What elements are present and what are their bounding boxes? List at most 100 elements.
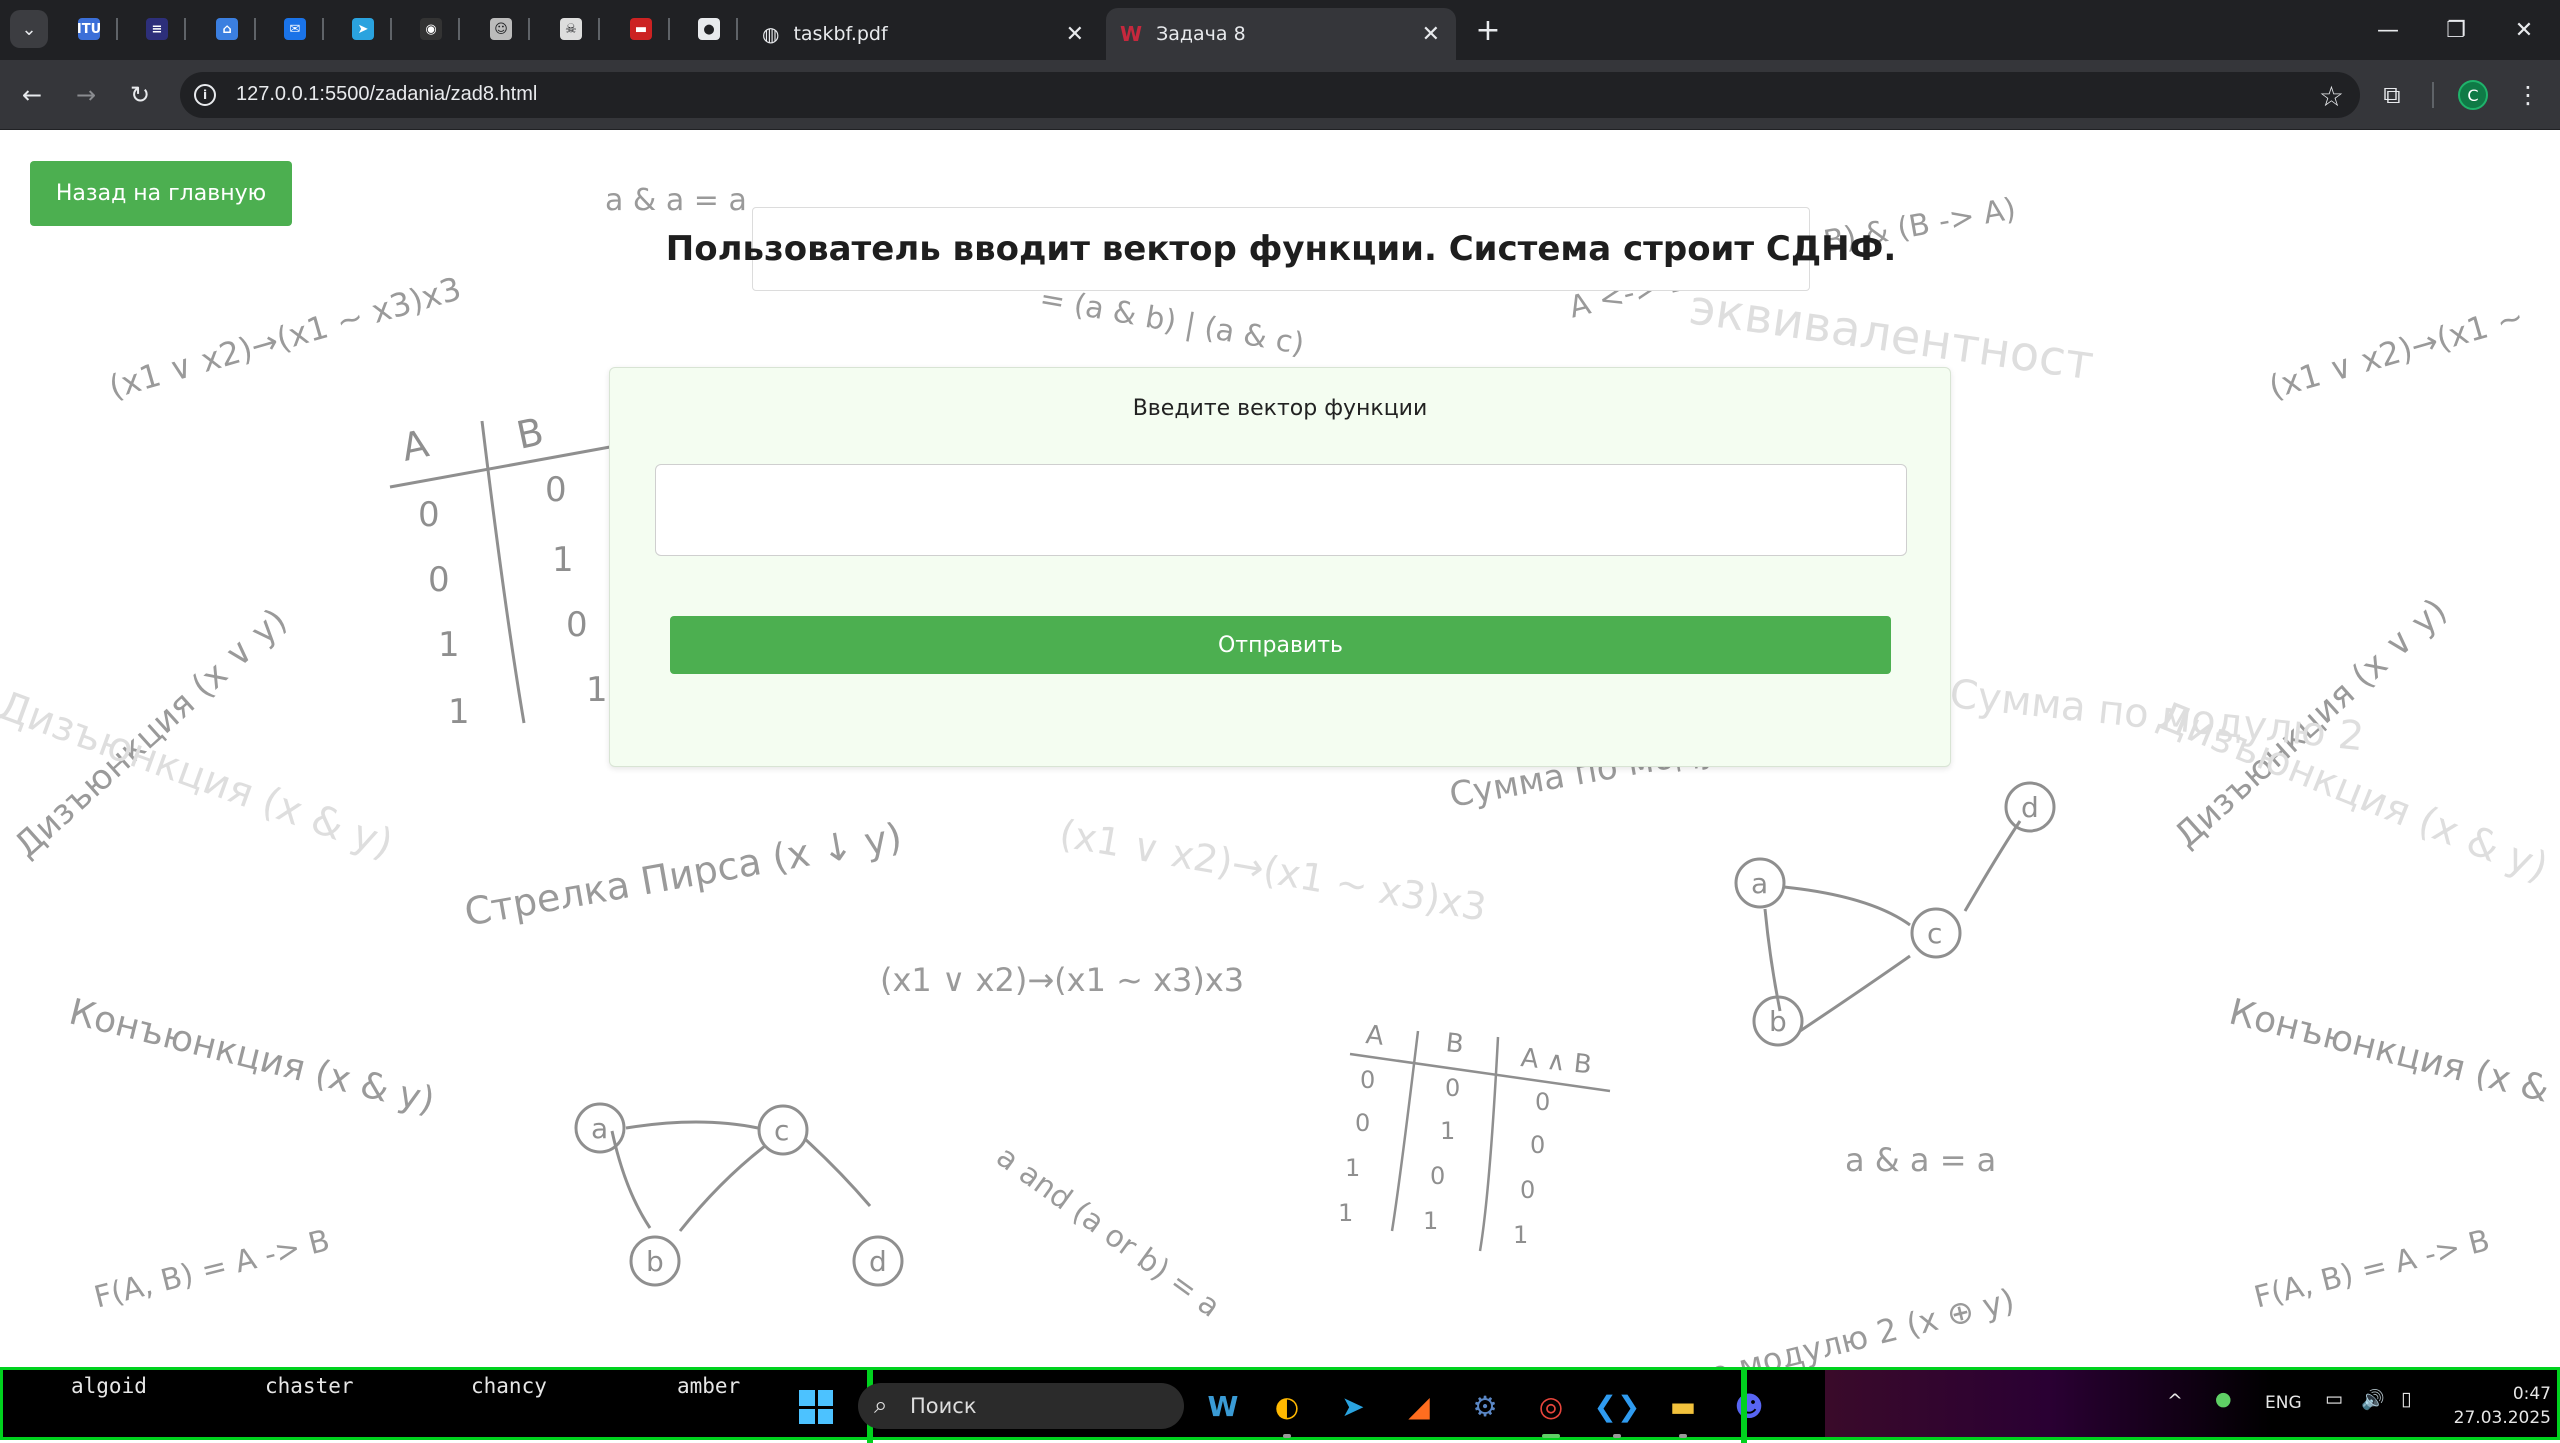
table-cell: 1: [586, 670, 608, 710]
skull-tab-favicon-icon: ☠: [560, 18, 582, 40]
kebab-menu-icon[interactable]: ⋮: [2508, 75, 2548, 115]
microphone-icon[interactable]: ●: [2215, 1388, 2232, 1410]
bookmark-star-icon[interactable]: ☆: [2319, 80, 2344, 113]
avatar-tab-favicon-icon: ☺: [490, 18, 512, 40]
workspace-label[interactable]: algoid: [71, 1374, 147, 1398]
reload-icon[interactable]: ↻: [120, 75, 160, 115]
tab-separator: [458, 18, 460, 40]
red-tab[interactable]: ▬: [624, 12, 658, 46]
search-placeholder: Поиск: [910, 1394, 977, 1418]
tab-search-chevron-icon[interactable]: ⌄: [10, 10, 48, 48]
telegram-tab[interactable]: ➤: [346, 12, 380, 46]
taskbar-divider: [1741, 1370, 1747, 1443]
dark-tab[interactable]: ◉: [414, 12, 448, 46]
page-title: Пользователь вводит вектор функции. Сист…: [666, 207, 1896, 291]
app-telegram-icon[interactable]: ➤: [1331, 1384, 1375, 1428]
table-rule: [1478, 1036, 1500, 1252]
vector-input[interactable]: [655, 464, 1907, 556]
tab-title: Задача 8: [1156, 23, 1246, 45]
close-window-icon[interactable]: ✕: [2504, 10, 2544, 50]
dark-tab-favicon-icon: ◉: [420, 18, 442, 40]
app-telegram-icon-glyph: ➤: [1341, 1389, 1365, 1423]
tray-chevron-icon[interactable]: ^: [2167, 1390, 2183, 1412]
close-tab-icon[interactable]: ✕: [1422, 22, 1440, 47]
profile-avatar[interactable]: C: [2458, 80, 2488, 110]
avatar-tab[interactable]: ☺: [484, 12, 518, 46]
tab-separator: [322, 18, 324, 40]
table-cell: 1: [1513, 1221, 1528, 1249]
app-yandex-music-icon[interactable]: ◐: [1265, 1384, 1309, 1438]
back-to-home-button[interactable]: Назад на главную: [30, 161, 292, 226]
minimize-icon[interactable]: —: [2368, 10, 2408, 50]
itmo-tab-favicon-icon: ITU: [77, 18, 101, 40]
tab-separator: [116, 18, 118, 40]
github-tab[interactable]: ●: [692, 12, 726, 46]
running-indicator: [1542, 1434, 1560, 1438]
back-arrow-icon[interactable]: ←: [12, 75, 52, 115]
tab-2-favicon-icon: ≡: [146, 18, 168, 40]
home-tab-favicon-icon: ⌂: [216, 18, 238, 40]
app-steam-icon[interactable]: ⚙: [1463, 1384, 1507, 1428]
new-tab-button[interactable]: +: [1470, 12, 1506, 48]
battery-icon[interactable]: ▯: [2401, 1388, 2411, 1410]
table-cell: 0: [1535, 1088, 1550, 1116]
graph-edge: [1799, 954, 1911, 1033]
table-cell: 0: [566, 605, 588, 645]
tab-separator: [184, 18, 186, 40]
tab-separator: [390, 18, 392, 40]
clock-date: 27.03.2025: [2453, 1408, 2551, 1428]
table-cell: 1: [1338, 1199, 1353, 1227]
home-tab[interactable]: ⌂: [210, 12, 244, 46]
app-steam-icon-glyph: ⚙: [1472, 1389, 1498, 1423]
app-vscode-icon[interactable]: ❮❯: [1594, 1384, 1640, 1438]
browser-toolbar: ← → ↻ i 127.0.0.1:5500/zadania/zad8.html…: [0, 60, 2560, 130]
taskbar: algoid chaster chancy amber ⌕ Поиск W ◐ ➤ ◢…: [0, 1367, 2560, 1443]
app-explorer-icon-glyph: ▬: [1669, 1389, 1697, 1423]
language-indicator[interactable]: ENG: [2265, 1393, 2302, 1413]
vector-form: Введите вектор функции Отправить: [609, 367, 1951, 767]
messages-tab-favicon-icon: ✉: [284, 18, 306, 40]
itmo-tab[interactable]: ITU: [72, 12, 106, 46]
app-chrome-icon-glyph: ◎: [1538, 1389, 1564, 1423]
table-cell: 0: [1355, 1109, 1370, 1137]
site-info-icon[interactable]: i: [194, 84, 216, 106]
extensions-puzzle-icon[interactable]: ⧉: [2372, 75, 2412, 115]
app-explorer-icon[interactable]: ▬: [1661, 1384, 1705, 1438]
taskbar-search[interactable]: ⌕ Поиск: [858, 1383, 1184, 1429]
app-vscode-alt-icon[interactable]: W: [1201, 1384, 1245, 1428]
graph-edge: [625, 1120, 759, 1130]
taskbar-clock[interactable]: 0:47 27.03.2025: [2441, 1382, 2551, 1430]
windows-start-icon[interactable]: [799, 1390, 833, 1424]
close-tab-icon[interactable]: ✕: [1066, 22, 1084, 47]
tab-separator: [736, 18, 738, 40]
volume-icon[interactable]: 🔊: [2361, 1388, 2385, 1411]
github-tab-favicon-icon: ●: [698, 18, 720, 40]
tab-zadacha-8[interactable]: W Задача 8 ✕: [1106, 8, 1456, 60]
table-cell: 0: [1445, 1074, 1460, 1102]
forward-arrow-icon[interactable]: →: [66, 75, 106, 115]
tab-title: taskbf.pdf: [793, 23, 888, 45]
graph-node-label: b: [646, 1245, 664, 1278]
app-sublime-icon[interactable]: ◢: [1397, 1384, 1441, 1428]
messages-tab[interactable]: ✉: [278, 12, 312, 46]
graph-node-label: a: [591, 1112, 608, 1145]
workspace-label[interactable]: amber: [677, 1374, 740, 1398]
network-icon[interactable]: ▭: [2325, 1388, 2343, 1410]
submit-button[interactable]: Отправить: [670, 616, 1891, 674]
workspace-label[interactable]: chancy: [471, 1374, 547, 1398]
tab-separator: [254, 18, 256, 40]
running-indicator: [1613, 1434, 1621, 1438]
table-cell: 1: [438, 625, 460, 665]
table-cell: 0: [1530, 1131, 1545, 1159]
tab-taskbf-pdf[interactable]: ◍ taskbf.pdf ✕: [748, 8, 1100, 60]
skull-tab[interactable]: ☠: [554, 12, 588, 46]
tab-2[interactable]: ≡: [140, 12, 174, 46]
address-bar[interactable]: i 127.0.0.1:5500/zadania/zad8.html ☆: [180, 72, 2360, 118]
app-discord-icon[interactable]: ☻: [1727, 1384, 1771, 1428]
tab-separator: [668, 18, 670, 40]
app-chrome-icon[interactable]: ◎: [1529, 1384, 1573, 1438]
graph-node-label: a: [1751, 867, 1768, 900]
restore-icon[interactable]: ❐: [2436, 10, 2476, 50]
url-text: 127.0.0.1:5500/zadania/zad8.html: [236, 83, 538, 105]
workspace-label[interactable]: chaster: [265, 1374, 354, 1398]
